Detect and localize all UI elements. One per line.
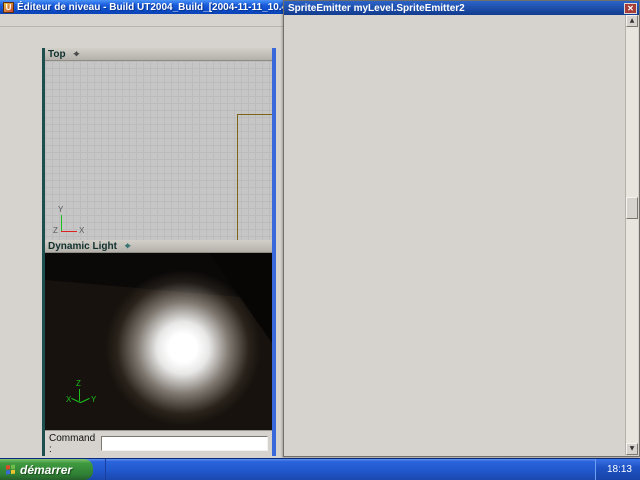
task-buttons [106, 459, 595, 480]
taskbar: démarrer 18:13 [0, 458, 640, 480]
viewport-top-header[interactable]: Top ⌖ [45, 48, 272, 61]
viewport-area: Top ⌖ Y X Z Dynamic Light ⌖ Z X Y Comman… [42, 48, 276, 456]
windows-flag-icon [6, 464, 16, 475]
brush-outline [237, 114, 272, 240]
start-button[interactable]: démarrer [0, 459, 93, 480]
viewport-top-title: Top [48, 49, 66, 60]
joystick-icon[interactable]: ⌖ [125, 241, 131, 252]
dynamic-light-glow [103, 268, 263, 428]
unrealed-app-icon: U [3, 2, 14, 13]
scroll-down-icon[interactable]: ▼ [626, 443, 638, 455]
start-label: démarrer [20, 459, 72, 480]
viewport-3d-canvas[interactable]: Z X Y [45, 253, 272, 430]
properties-scrollbar[interactable]: ▲ ▼ [625, 15, 638, 455]
left-tool-column [0, 48, 42, 458]
close-icon[interactable]: ✕ [624, 3, 637, 14]
quick-launch [93, 459, 106, 480]
scrollbar-thumb[interactable] [626, 197, 638, 219]
axis-indicator-3d: Z X Y [67, 383, 97, 409]
command-bar: Command : [45, 430, 272, 456]
command-label: Command : [49, 433, 97, 455]
system-tray: 18:13 [595, 459, 640, 480]
viewport-top-canvas[interactable]: Y X Z [45, 61, 272, 240]
main-window-title: Éditeur de niveau - Build UT2004_Build_[… [17, 2, 319, 13]
properties-titlebar[interactable]: SpriteEmitter myLevel.SpriteEmitter2 ✕ [284, 1, 639, 15]
joystick-icon[interactable]: ⌖ [74, 49, 80, 60]
properties-tree [285, 15, 625, 455]
properties-title: SpriteEmitter myLevel.SpriteEmitter2 [288, 3, 465, 14]
taskbar-clock: 18:13 [607, 464, 632, 475]
viewport-3d-title: Dynamic Light [48, 241, 117, 252]
axis-indicator-top: Y X Z [53, 207, 87, 235]
properties-window: SpriteEmitter myLevel.SpriteEmitter2 ✕ ▲… [283, 0, 640, 457]
viewport-3d-header[interactable]: Dynamic Light ⌖ [45, 240, 272, 253]
scroll-up-icon[interactable]: ▲ [626, 15, 638, 27]
command-input[interactable] [101, 436, 268, 451]
